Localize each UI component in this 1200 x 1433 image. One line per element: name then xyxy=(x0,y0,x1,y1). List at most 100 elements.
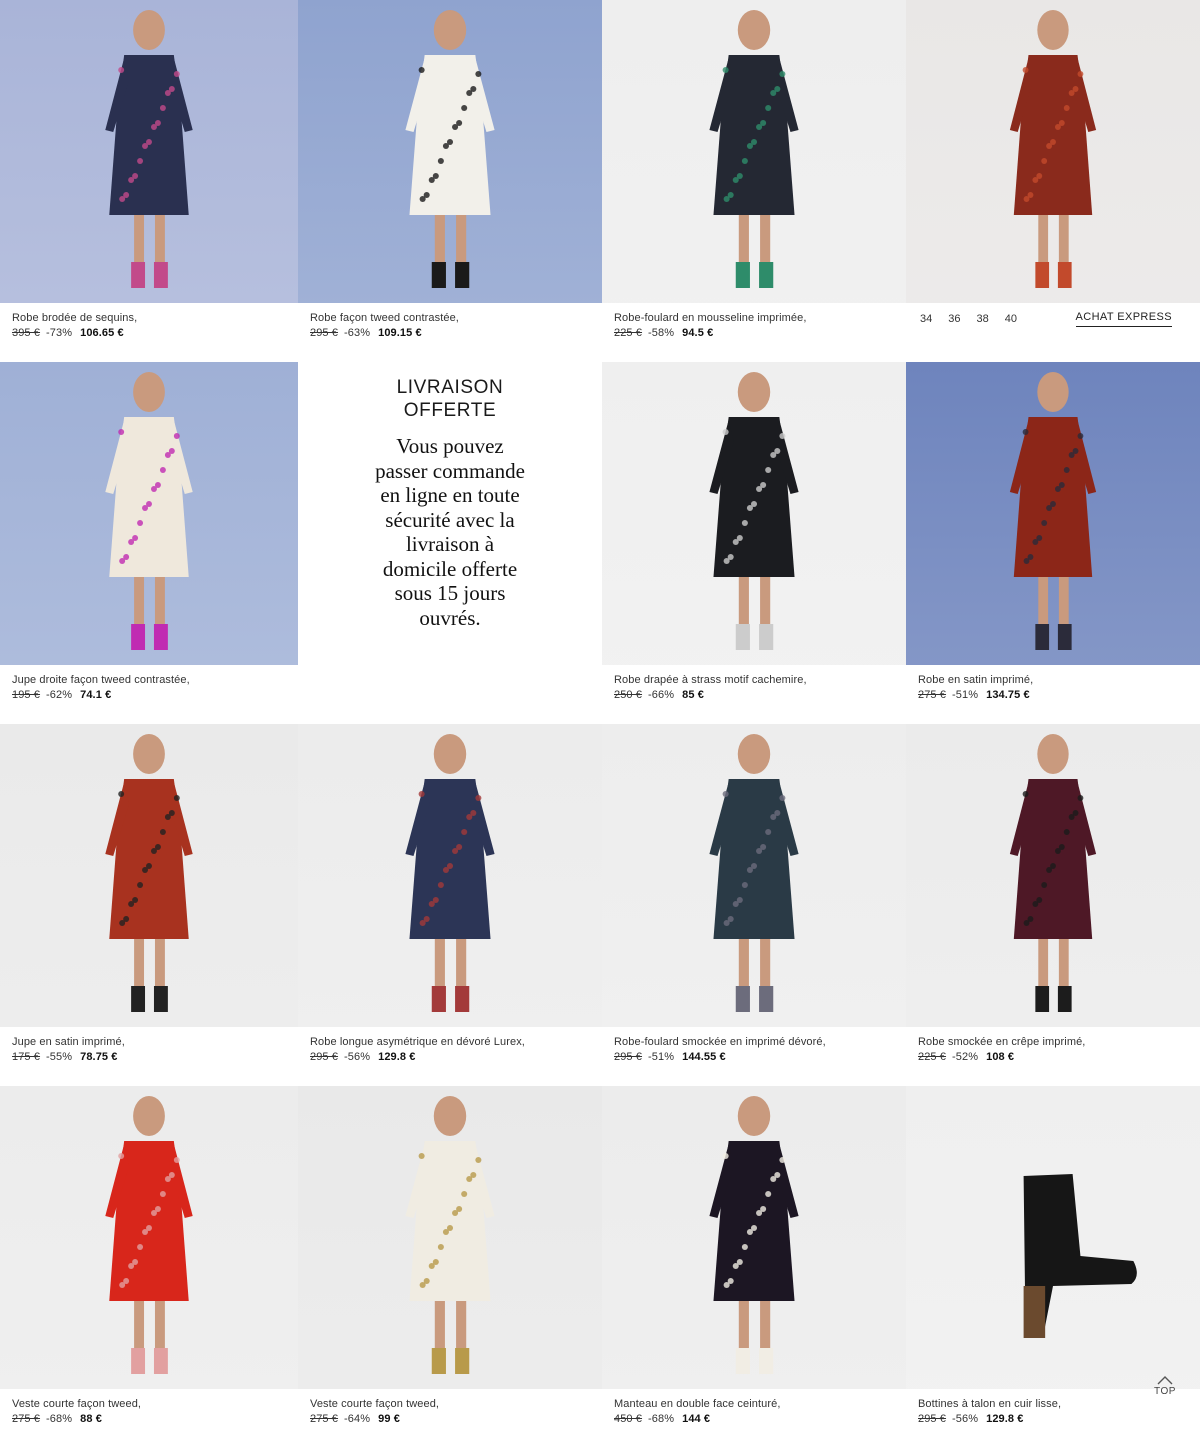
original-price: 275 € xyxy=(310,1413,339,1425)
discount-percent: -63% xyxy=(344,327,371,339)
product-name[interactable]: Manteau en double face ceinturé, xyxy=(614,1397,896,1411)
product-name[interactable]: Robe-foulard smockée en imprimé dévoré, xyxy=(614,1035,896,1049)
sale-price: 129.8 € xyxy=(378,1051,416,1063)
sale-price: 94.5 € xyxy=(682,327,714,339)
product-name[interactable]: Robe façon tweed contrastée, xyxy=(310,311,592,325)
chevron-up-icon xyxy=(1157,1376,1173,1385)
product-photo[interactable] xyxy=(602,0,906,303)
discount-percent: -58% xyxy=(648,327,675,339)
product-name[interactable]: Veste courte façon tweed, xyxy=(310,1397,592,1411)
sale-price: 85 € xyxy=(682,689,704,701)
product-photo[interactable] xyxy=(602,724,906,1027)
original-price: 275 € xyxy=(918,689,947,701)
original-price: 250 € xyxy=(614,689,643,701)
discount-percent: -62% xyxy=(46,689,73,701)
red-tweed-jacket-photo xyxy=(0,1086,298,1389)
product-photo[interactable] xyxy=(906,362,1200,665)
product-name[interactable]: Robe longue asymétrique en dévoré Lurex, xyxy=(310,1035,592,1049)
chiffon-dress-photo xyxy=(602,0,906,303)
product-grid: Robe brodée de sequins, 395 € -73% 106.65 €… xyxy=(0,0,1200,1433)
product-card[interactable]: Jupe en satin imprimé, 175 € -55% 78.75 € xyxy=(0,724,298,1086)
discount-percent: -55% xyxy=(46,1051,73,1063)
coat-photo xyxy=(602,1086,906,1389)
tweed-dress-photo xyxy=(298,0,602,303)
product-photo[interactable] xyxy=(906,1086,1200,1389)
original-price: 295 € xyxy=(310,1051,339,1063)
product-photo[interactable] xyxy=(298,0,602,303)
product-name[interactable]: Jupe droite façon tweed contrastée, xyxy=(12,673,288,687)
banner-text: Vous pouvez passer commande en ligne en … xyxy=(375,434,525,630)
discount-percent: -68% xyxy=(648,1413,675,1425)
back-to-top-button[interactable]: TOP xyxy=(1150,1376,1180,1397)
product-card[interactable]: Robe façon tweed contrastée, 295 € -63% 109… xyxy=(298,0,602,362)
product-name[interactable]: Robe drapée à strass motif cachemire, xyxy=(614,673,896,687)
sale-price: 99 € xyxy=(378,1413,400,1425)
product-name[interactable]: Robe smockée en crêpe imprimé, xyxy=(918,1035,1190,1049)
ankle-boot-photo xyxy=(906,1086,1200,1389)
product-card[interactable]: Veste courte façon tweed, 275 € -64% 99 € xyxy=(298,1086,602,1433)
discount-percent: -51% xyxy=(648,1051,675,1063)
product-name[interactable]: Robe en satin imprimé, xyxy=(918,673,1190,687)
product-card[interactable]: Robe-foulard smockée en imprimé dévoré, 2… xyxy=(602,724,906,1086)
sale-price: 106.65 € xyxy=(80,327,124,339)
original-price: 395 € xyxy=(12,327,41,339)
discount-percent: -52% xyxy=(952,1051,979,1063)
long-dress-photo xyxy=(298,724,602,1027)
product-row: Robe brodée de sequins, 395 € -73% 106.65 €… xyxy=(0,0,1200,362)
satin-dress-photo xyxy=(906,362,1200,665)
product-card[interactable]: Jupe droite façon tweed contrastée, 195 €… xyxy=(0,362,298,724)
product-name[interactable]: Bottines à talon en cuir lisse, xyxy=(918,1397,1190,1411)
satin-skirt-photo xyxy=(0,724,298,1027)
original-price: 450 € xyxy=(614,1413,643,1425)
sale-price: 129.8 € xyxy=(986,1413,1024,1425)
product-card[interactable]: Robe longue asymétrique en dévoré Lurex,… xyxy=(298,724,602,1086)
product-row: Jupe droite façon tweed contrastée, 195 €… xyxy=(0,362,1200,724)
product-photo[interactable] xyxy=(298,1086,602,1389)
product-card[interactable]: Robe drapée à strass motif cachemire, 250… xyxy=(602,362,906,724)
original-price: 295 € xyxy=(310,327,339,339)
product-photo[interactable] xyxy=(0,362,298,665)
sale-price: 144.55 € xyxy=(682,1051,726,1063)
product-name[interactable]: Veste courte façon tweed, xyxy=(12,1397,288,1411)
smocked-scarf-dress-photo xyxy=(602,724,906,1027)
sale-price: 78.75 € xyxy=(80,1051,118,1063)
discount-percent: -73% xyxy=(46,327,73,339)
product-name[interactable]: Robe brodée de sequins, xyxy=(12,311,288,325)
product-photo[interactable] xyxy=(906,0,1200,303)
sale-price: 109.15 € xyxy=(378,327,422,339)
size-option[interactable]: 40 xyxy=(1005,313,1017,325)
discount-percent: -56% xyxy=(344,1051,371,1063)
product-photo[interactable] xyxy=(906,724,1200,1027)
product-card[interactable]: Robe en satin imprimé, 275 € -51% 134.75 € xyxy=(906,362,1200,724)
product-card[interactable]: Robe brodée de sequins, 395 € -73% 106.65 € xyxy=(0,0,298,362)
product-card[interactable]: Manteau en double face ceinturé, 450 € -68… xyxy=(602,1086,906,1433)
product-name[interactable]: Jupe en satin imprimé, xyxy=(12,1035,288,1049)
product-photo[interactable] xyxy=(0,724,298,1027)
size-option[interactable]: 38 xyxy=(977,313,989,325)
white-tweed-jacket-photo xyxy=(298,1086,602,1389)
red-print-dress-photo xyxy=(906,0,1200,303)
size-option[interactable]: 36 xyxy=(948,313,960,325)
sale-price: 108 € xyxy=(986,1051,1015,1063)
product-photo[interactable] xyxy=(0,0,298,303)
product-card[interactable]: Robe-foulard en mousseline imprimée, 225 … xyxy=(602,0,906,362)
product-card[interactable]: Veste courte façon tweed, 275 € -68% 88 € xyxy=(0,1086,298,1433)
product-name[interactable]: Robe-foulard en mousseline imprimée, xyxy=(614,311,896,325)
size-option[interactable]: 34 xyxy=(920,313,932,325)
size-selector: 34 36 38 40 xyxy=(920,313,1033,325)
product-photo[interactable] xyxy=(0,1086,298,1389)
draped-dress-photo xyxy=(602,362,906,665)
discount-percent: -66% xyxy=(648,689,675,701)
original-price: 295 € xyxy=(918,1413,947,1425)
original-price: 295 € xyxy=(614,1051,643,1063)
product-card[interactable]: Robe smockée en crêpe imprimé, 225 € -52% 1… xyxy=(906,724,1200,1086)
product-photo[interactable] xyxy=(602,1086,906,1389)
sequin-dress-photo xyxy=(0,0,298,303)
product-photo[interactable] xyxy=(298,724,602,1027)
product-card-hover[interactable]: 34 36 38 40 ACHAT EXPRESS xyxy=(906,0,1200,362)
quick-buy-button[interactable]: ACHAT EXPRESS xyxy=(1075,311,1172,327)
free-delivery-banner: LIVRAISON OFFERTE Vous pouvez passer com… xyxy=(298,362,602,665)
sale-price: 144 € xyxy=(682,1413,711,1425)
product-photo[interactable] xyxy=(602,362,906,665)
product-row: Jupe en satin imprimé, 175 € -55% 78.75 € R… xyxy=(0,724,1200,1086)
